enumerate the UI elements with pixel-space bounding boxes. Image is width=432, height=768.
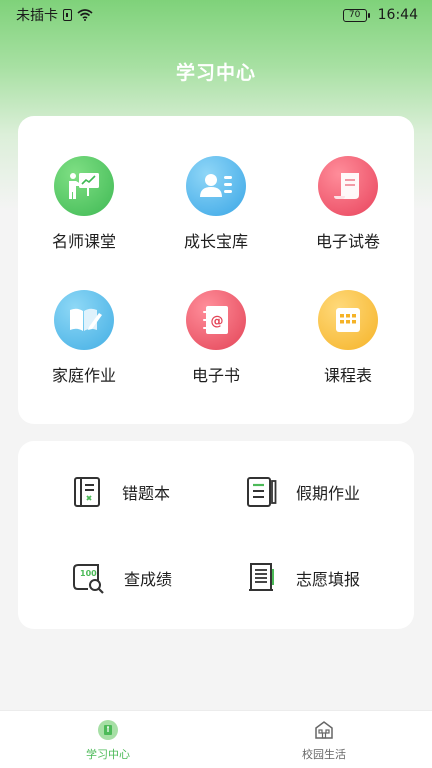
grid-item-ebook[interactable]: @ 电子书 — [156, 290, 276, 386]
feature-grid-card: 名师课堂 成长宝库 电子试卷 家庭作业 @ 电子书 课程表 — [18, 116, 414, 424]
grid-label: 成长宝库 — [183, 232, 248, 251]
sim-icon — [63, 9, 72, 21]
study-center-icon — [98, 720, 118, 740]
profile-card-icon — [200, 174, 232, 197]
page-title: 学习中心 — [175, 62, 256, 84]
list-item-volunteer-application[interactable]: 志愿填报 — [244, 561, 360, 595]
grid-label: 电子书 — [191, 366, 240, 385]
school-building-icon — [315, 721, 333, 739]
grid-item-growth-treasury[interactable]: 成长宝库 — [156, 156, 276, 252]
notebook-icon — [74, 477, 100, 507]
score-search-icon: 100 — [73, 564, 104, 594]
address-book-icon: @ — [203, 306, 228, 334]
clock: 16:44 — [377, 7, 418, 23]
teacher-presentation-icon — [69, 173, 99, 199]
scroll-icon — [334, 173, 359, 199]
scroll-form-icon — [249, 563, 274, 591]
list-label: 错题本 — [122, 484, 171, 503]
tab-study-center[interactable]: 学习中心 — [48, 719, 168, 762]
list-item-check-scores[interactable]: 100 查成绩 — [70, 561, 172, 595]
grid-item-e-paper[interactable]: 电子试卷 — [288, 156, 408, 252]
svg-text:100: 100 — [80, 569, 97, 578]
open-book-pencil-icon — [70, 308, 102, 331]
wifi-icon — [77, 9, 93, 21]
list-item-vacation-homework[interactable]: 假期作业 — [244, 475, 360, 509]
grid-label: 课程表 — [323, 366, 372, 385]
list-label: 假期作业 — [296, 484, 361, 503]
grid-item-timetable[interactable]: 课程表 — [288, 290, 408, 386]
tab-label: 校园生活 — [302, 748, 346, 761]
status-bar: 未插卡 70 16:44 — [0, 0, 432, 30]
carrier-text: 未插卡 — [16, 8, 58, 24]
list-label: 志愿填报 — [296, 570, 361, 589]
battery-icon: 70 — [342, 8, 370, 22]
tab-campus-life[interactable]: 校园生活 — [264, 719, 384, 762]
grid-label: 电子试卷 — [315, 232, 380, 251]
document-pen-icon — [247, 477, 277, 507]
tools-card: 错题本 假期作业 100 查成绩 志愿填报 — [18, 441, 414, 629]
svg-text:@: @ — [211, 314, 224, 329]
schedule-grid-icon — [336, 308, 360, 332]
grid-item-homework[interactable]: 家庭作业 — [24, 290, 144, 386]
bottom-tab-bar: 学习中心 校园生活 — [0, 710, 432, 768]
list-item-mistake-notebook[interactable]: 错题本 — [70, 475, 170, 509]
list-label: 查成绩 — [124, 570, 173, 589]
grid-label: 名师课堂 — [51, 232, 116, 251]
tab-label: 学习中心 — [86, 748, 130, 761]
grid-item-famous-teacher[interactable]: 名师课堂 — [24, 156, 144, 252]
grid-label: 家庭作业 — [51, 366, 116, 385]
